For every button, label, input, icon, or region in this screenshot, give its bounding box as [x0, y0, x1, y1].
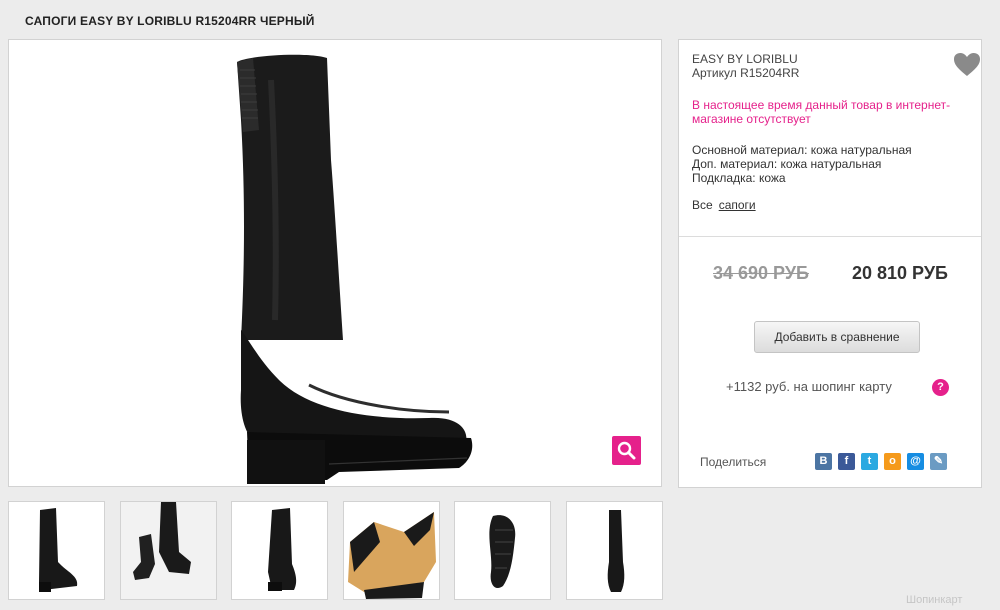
- watermark: Шопинкарт: [906, 594, 963, 606]
- share-label: Поделиться: [700, 455, 767, 469]
- boot-side-thumbnail: [268, 508, 297, 591]
- boot-front-thumbnail: [607, 510, 625, 592]
- spec-main-material: Основной материал: кожа натуральная: [692, 143, 912, 157]
- article-number: Артикул R15204RR: [692, 66, 800, 80]
- worn-boot-thumbnail: [121, 502, 216, 599]
- thumbnail-5[interactable]: [454, 501, 551, 600]
- page-title: САПОГИ EASY BY LORIBLU R15204RR ЧЕРНЫЙ: [25, 14, 315, 28]
- boot-thumbnail: [39, 508, 78, 592]
- livejournal-glyph: ✎: [933, 455, 944, 467]
- search-icon: [617, 441, 636, 460]
- thumbnail-4[interactable]: [343, 501, 440, 600]
- add-to-compare-button[interactable]: Добавить в сравнение: [754, 321, 920, 353]
- vk-glyph: В: [819, 455, 828, 467]
- brand-name[interactable]: EASY BY LORIBLU: [692, 52, 798, 66]
- mailru-glyph: @: [910, 455, 921, 467]
- breadcrumb: Все сапоги: [692, 198, 756, 212]
- heart-icon: [954, 53, 980, 76]
- boot-lining-thumbnail: [348, 512, 436, 599]
- main-product-image[interactable]: [8, 39, 662, 487]
- boot-image: [237, 54, 473, 484]
- breadcrumb-category-link[interactable]: сапоги: [719, 198, 756, 212]
- twitter-glyph: t: [867, 455, 872, 467]
- vk-share-icon[interactable]: В: [815, 453, 832, 470]
- thumbnail-1[interactable]: [8, 501, 105, 600]
- breadcrumb-all: Все: [692, 198, 713, 212]
- zoom-button[interactable]: [612, 436, 641, 465]
- product-specs: Основной материал: кожа натуральная Доп.…: [692, 143, 912, 185]
- boot-sole-thumbnail: [489, 515, 516, 589]
- spec-extra-material: Доп. материал: кожа натуральная: [692, 157, 882, 171]
- spec-lining: Подкладка: кожа: [692, 171, 786, 185]
- old-price: 34 690 РУБ: [713, 263, 809, 283]
- availability-notice: В настоящее время данный товар в интерне…: [692, 98, 951, 126]
- thumbnail-6[interactable]: [566, 501, 663, 600]
- divider: [679, 236, 981, 237]
- thumbnail-strip: [8, 501, 668, 601]
- favorite-button[interactable]: [953, 52, 981, 78]
- odnoklassniki-glyph: о: [889, 455, 896, 467]
- shopping-card-bonus: +1132 руб. на шопинг карту: [726, 379, 892, 394]
- facebook-share-icon[interactable]: f: [838, 453, 855, 470]
- thumbnail-3[interactable]: [231, 501, 328, 600]
- mailru-share-icon[interactable]: @: [907, 453, 924, 470]
- facebook-glyph: f: [844, 455, 849, 467]
- question-icon[interactable]: ?: [932, 379, 949, 396]
- thumbnail-2[interactable]: [120, 501, 217, 600]
- twitter-share-icon[interactable]: t: [861, 453, 878, 470]
- product-info-panel: EASY BY LORIBLU Артикул R15204RR В насто…: [678, 39, 982, 488]
- current-price: 20 810 РУБ: [852, 263, 948, 283]
- odnoklassniki-share-icon[interactable]: о: [884, 453, 901, 470]
- livejournal-share-icon[interactable]: ✎: [930, 453, 947, 470]
